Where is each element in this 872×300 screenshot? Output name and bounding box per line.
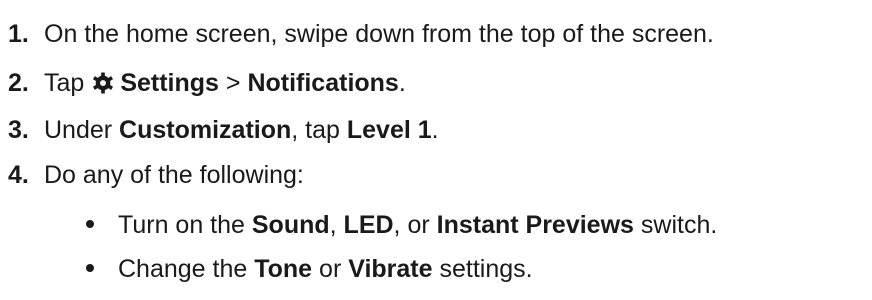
step-2: 2. Tap Settings > Notifications . — [8, 63, 406, 103]
step-1: 1. On the home screen, swipe down from t… — [8, 14, 714, 54]
tone-label: Tone — [254, 254, 313, 283]
step-text: On the home screen, swipe down from the … — [44, 19, 714, 48]
bullet-item-2: Change the Tone or Vibrate settings. — [84, 250, 533, 288]
step-text-prefix: Tap — [44, 68, 85, 97]
level-label: Level 1 — [346, 115, 432, 144]
step-text: Do any of the following: — [44, 160, 304, 189]
step-4: 4. Do any of the following: — [8, 155, 304, 195]
notifications-label: Notifications — [247, 68, 399, 97]
separator: > — [218, 68, 248, 97]
bullet-item-1: Turn on the Sound , LED , or Instant Pre… — [84, 206, 717, 244]
bullet-end: switch. — [633, 210, 718, 239]
bullet-or: , or — [393, 210, 437, 239]
bullet-comma: , — [329, 210, 344, 239]
instructions-document: 1. On the home screen, swipe down from t… — [0, 0, 872, 300]
settings-label: Settings — [120, 68, 219, 97]
step-3: 3. Under Customization , tap Level 1 . — [8, 110, 439, 150]
sound-label: Sound — [251, 210, 330, 239]
step-number: 1. — [8, 19, 29, 48]
gear-icon — [92, 72, 114, 94]
step-number: 2. — [8, 68, 29, 97]
step-number: 4. — [8, 160, 29, 189]
step-end: . — [398, 68, 406, 97]
step-number: 3. — [8, 115, 29, 144]
bullet-text-prefix: Change the — [118, 254, 255, 283]
instant-previews-label: Instant Previews — [436, 210, 634, 239]
customization-label: Customization — [119, 115, 292, 144]
led-label: LED — [343, 210, 394, 239]
bullet-end: settings. — [432, 254, 533, 283]
vibrate-label: Vibrate — [348, 254, 433, 283]
bullet-icon — [84, 211, 118, 240]
bullet-text-prefix: Turn on the — [118, 210, 252, 239]
step-text-middle: , tap — [291, 115, 347, 144]
step-text-prefix: Under — [44, 115, 120, 144]
step-end: . — [431, 115, 439, 144]
bullet-icon — [84, 255, 118, 284]
bullet-or: or — [312, 254, 349, 283]
